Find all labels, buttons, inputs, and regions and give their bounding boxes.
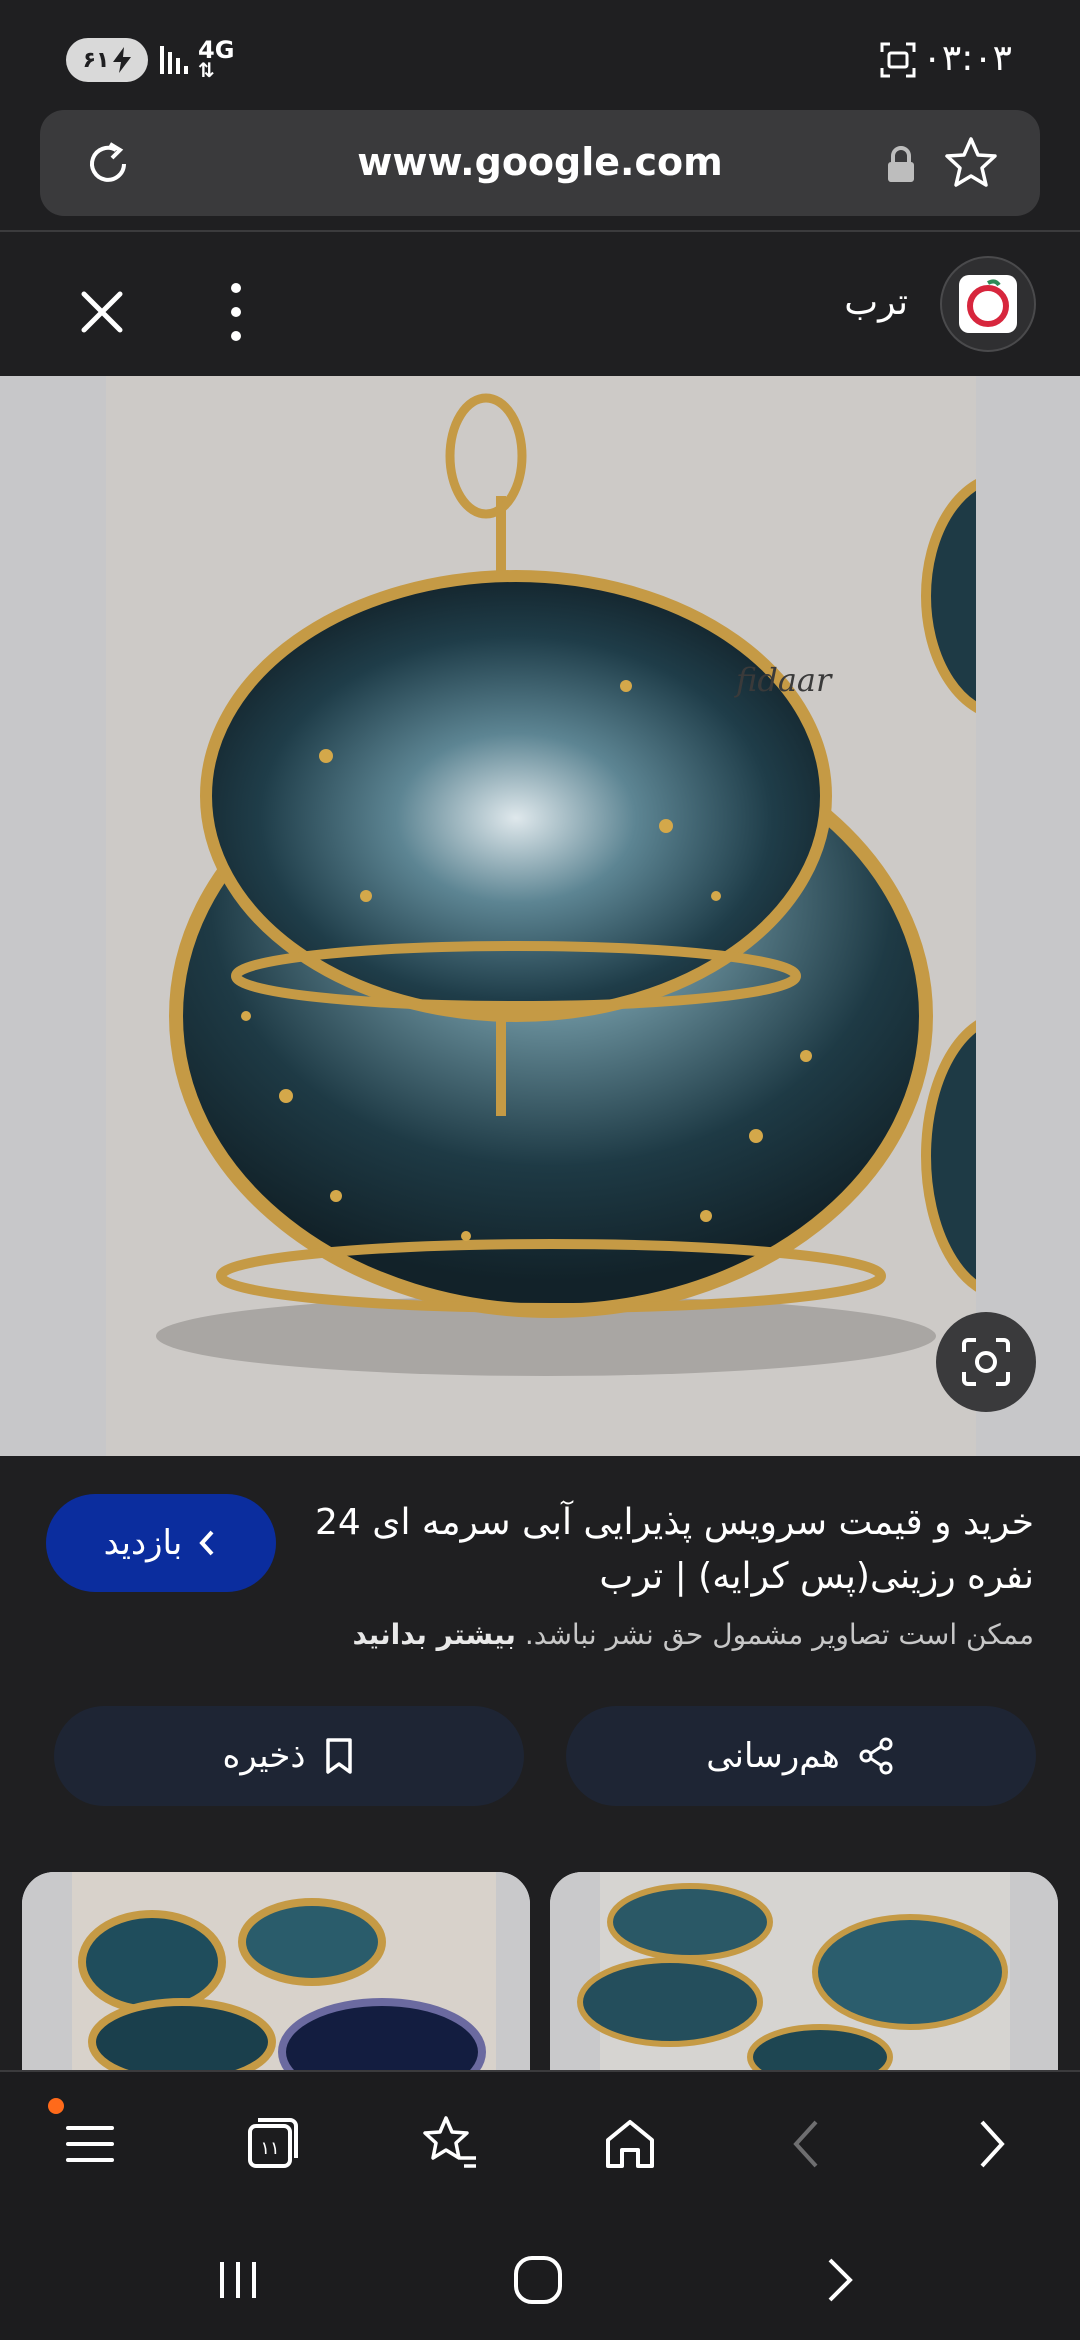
charging-icon xyxy=(113,47,132,73)
visit-button[interactable]: بازدید xyxy=(46,1494,276,1592)
lens-button[interactable] xyxy=(936,1312,1036,1412)
share-button[interactable]: هم‌رسانی xyxy=(566,1706,1036,1806)
system-back-icon[interactable] xyxy=(810,2250,870,2310)
forward-icon[interactable] xyxy=(958,2112,1022,2176)
related-image-preview xyxy=(550,1872,1058,2072)
recent-apps-icon[interactable] xyxy=(208,2250,268,2310)
learn-more-link[interactable]: بیشتر بدانید xyxy=(353,1618,516,1651)
screenshot-icon xyxy=(880,42,916,78)
bookmark-star-icon[interactable] xyxy=(942,134,1000,192)
image-watermark: fidaar xyxy=(734,661,833,699)
copyright-notice: ممکن است تصاویر مشمول حق نشر نباشد. بیشت… xyxy=(54,1618,1035,1651)
lock-icon[interactable] xyxy=(886,144,916,184)
bookmarks-icon[interactable] xyxy=(418,2112,482,2176)
home-icon[interactable] xyxy=(598,2112,662,2176)
source-logo[interactable] xyxy=(940,256,1036,352)
bookmark-icon xyxy=(325,1738,352,1774)
save-label: ذخیره xyxy=(222,1736,306,1776)
torob-logo-icon xyxy=(959,275,1017,333)
browser-toolbar: ۱۱ xyxy=(0,2070,1080,2220)
menu-icon[interactable] xyxy=(58,2112,122,2176)
tabs-icon: ۱۱ xyxy=(248,2118,298,2168)
result-title[interactable]: خرید و قیمت سرویس پذیرایی آبی سرمه ای 24… xyxy=(294,1496,1034,1604)
signal-icon xyxy=(160,46,188,74)
product-image: fidaar xyxy=(106,376,976,1456)
status-bar: ۶۱ 4G ⇅ ۰۳:۰۳ xyxy=(0,0,1080,110)
visit-label: بازدید xyxy=(103,1523,183,1563)
more-vertical-icon[interactable] xyxy=(218,274,254,350)
chevron-left-icon xyxy=(199,1530,214,1556)
source-name[interactable]: ترب xyxy=(844,282,908,323)
image-preview[interactable]: fidaar xyxy=(0,376,1080,1456)
battery-level: ۶۱ xyxy=(82,47,110,73)
address-bar[interactable]: www.google.com xyxy=(40,110,1040,216)
copyright-text: ممکن است تصاویر مشمول حق نشر نباشد. xyxy=(524,1618,1034,1651)
related-image-preview xyxy=(22,1872,530,2072)
lens-icon xyxy=(962,1338,1010,1386)
related-image[interactable] xyxy=(22,1872,530,2072)
share-icon xyxy=(859,1737,893,1775)
tab-count: ۱۱ xyxy=(260,2138,279,2159)
save-button[interactable]: ذخیره xyxy=(54,1706,524,1806)
source-header: ترب xyxy=(0,232,1080,376)
close-icon[interactable] xyxy=(70,280,134,344)
back-icon[interactable] xyxy=(776,2112,840,2176)
related-image[interactable] xyxy=(550,1872,1058,2072)
system-navigation-bar xyxy=(0,2220,1080,2340)
network-type: 4G ⇅ xyxy=(198,36,235,82)
clock: ۰۳:۰۳ xyxy=(922,38,1012,79)
share-label: هم‌رسانی xyxy=(706,1736,840,1776)
system-home-icon[interactable] xyxy=(508,2250,568,2310)
tabs-button[interactable]: ۱۱ xyxy=(238,2112,302,2176)
battery-indicator: ۶۱ xyxy=(66,38,148,82)
